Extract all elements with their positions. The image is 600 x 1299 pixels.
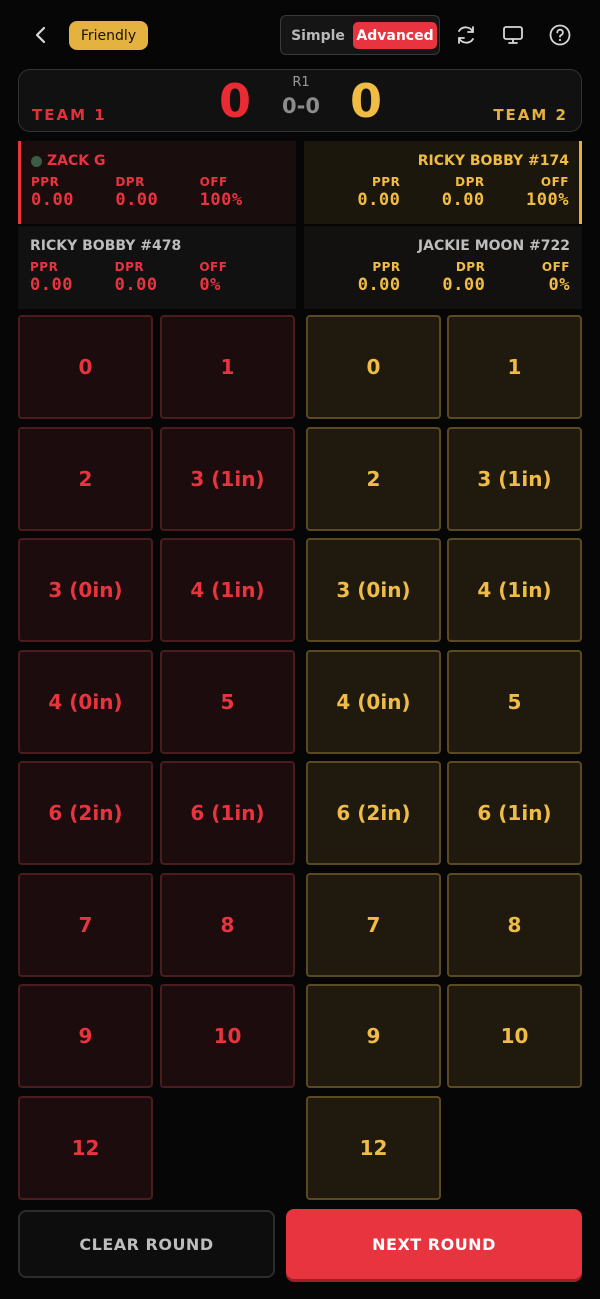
team2-score-button[interactable]: 9 bbox=[306, 984, 441, 1088]
back-button[interactable] bbox=[26, 20, 56, 50]
toggle-advanced[interactable]: Advanced bbox=[353, 22, 437, 49]
ppr-label: PPR bbox=[30, 260, 59, 274]
off-value: 0% bbox=[199, 275, 221, 295]
ppr-value: 0.00 bbox=[357, 190, 401, 210]
team1-score-button[interactable]: 0 bbox=[18, 315, 153, 419]
team2-score: 0 bbox=[350, 74, 383, 128]
dpr-value: 0.00 bbox=[441, 190, 485, 210]
active-dot-icon bbox=[31, 155, 42, 167]
clear-round-button[interactable]: CLEAR ROUND bbox=[18, 1210, 275, 1278]
off-label: OFF bbox=[541, 260, 570, 274]
team1-score-button[interactable]: 2 bbox=[18, 427, 153, 531]
team2-score-button[interactable]: 3 (0in) bbox=[306, 538, 441, 642]
team1-label: TEAM 1 bbox=[32, 106, 107, 124]
off-value: 0% bbox=[548, 275, 570, 295]
help-icon bbox=[549, 24, 571, 46]
team1-score-button[interactable]: 6 (1in) bbox=[160, 761, 295, 865]
team1-score-button[interactable]: 5 bbox=[160, 650, 295, 754]
games-score: 0-0 bbox=[282, 94, 320, 118]
team2-label: TEAM 2 bbox=[493, 106, 568, 124]
off-label: OFF bbox=[199, 175, 228, 189]
ppr-label: PPR bbox=[31, 175, 60, 189]
team1-score-button[interactable]: 12 bbox=[18, 1096, 153, 1200]
dpr-value: 0.00 bbox=[114, 275, 158, 295]
chevron-left-icon bbox=[35, 26, 46, 44]
player-card-ricky-174[interactable]: RICKY BOBBY #174 PPR 0.00 DPR 0.00 OFF 100% bbox=[304, 141, 582, 224]
team1-score-button[interactable]: 3 (0in) bbox=[18, 538, 153, 642]
dpr-label: DPR bbox=[114, 260, 145, 274]
team1-score-button[interactable]: 7 bbox=[18, 873, 153, 977]
team2-score-button[interactable]: 8 bbox=[447, 873, 582, 977]
player-name: ZACK G bbox=[47, 153, 106, 169]
ppr-label: PPR bbox=[372, 260, 401, 274]
team2-score-button[interactable]: 6 (1in) bbox=[447, 761, 582, 865]
player-name: JACKIE MOON #722 bbox=[417, 238, 570, 254]
refresh-button[interactable] bbox=[451, 20, 481, 50]
player-card-ricky-478[interactable]: RICKY BOBBY #478 PPR 0.00 DPR 0.00 OFF 0% bbox=[18, 226, 296, 309]
top-bar: Friendly Simple Advanced bbox=[0, 0, 600, 70]
team1-score-button[interactable]: 4 (1in) bbox=[160, 538, 295, 642]
team2-score-button[interactable]: 5 bbox=[447, 650, 582, 754]
team2-score-button[interactable]: 6 (2in) bbox=[306, 761, 441, 865]
mode-toggle: Simple Advanced bbox=[280, 15, 440, 55]
team1-score: 0 bbox=[219, 74, 252, 128]
toggle-simple[interactable]: Simple bbox=[287, 22, 349, 49]
team2-score-button[interactable]: 0 bbox=[306, 315, 441, 419]
refresh-icon bbox=[458, 26, 474, 44]
team1-score-button[interactable]: 9 bbox=[18, 984, 153, 1088]
player-name: RICKY BOBBY #478 bbox=[30, 238, 182, 254]
team1-score-button[interactable]: 8 bbox=[160, 873, 295, 977]
off-value: 100% bbox=[526, 190, 569, 210]
player-name: RICKY BOBBY #174 bbox=[417, 153, 569, 169]
player-card-jackie-722[interactable]: JACKIE MOON #722 PPR 0.00 DPR 0.00 OFF 0% bbox=[304, 226, 582, 309]
round-indicator: R1 bbox=[292, 75, 310, 90]
dpr-label: DPR bbox=[115, 175, 145, 189]
ppr-value: 0.00 bbox=[30, 275, 73, 295]
dpr-label: DPR bbox=[455, 260, 486, 274]
ppr-value: 0.00 bbox=[31, 190, 74, 210]
team2-score-button[interactable]: 2 bbox=[306, 427, 441, 531]
team2-score-button[interactable]: 12 bbox=[306, 1096, 441, 1200]
team1-score-button[interactable]: 1 bbox=[160, 315, 295, 419]
display-button[interactable] bbox=[498, 20, 528, 50]
ppr-label: PPR bbox=[372, 175, 401, 189]
monitor-icon bbox=[503, 26, 523, 44]
help-button[interactable] bbox=[545, 20, 575, 50]
dpr-value: 0.00 bbox=[442, 275, 486, 295]
mode-badge[interactable]: Friendly bbox=[69, 21, 148, 50]
team1-score-button[interactable]: 3 (1in) bbox=[160, 427, 295, 531]
dpr-value: 0.00 bbox=[115, 190, 159, 210]
dpr-label: DPR bbox=[455, 175, 485, 189]
team2-score-button[interactable]: 4 (1in) bbox=[447, 538, 582, 642]
team2-score-button[interactable]: 10 bbox=[447, 984, 582, 1088]
off-label: OFF bbox=[199, 260, 228, 274]
team2-score-button[interactable]: 3 (1in) bbox=[447, 427, 582, 531]
team2-score-button[interactable]: 4 (0in) bbox=[306, 650, 441, 754]
player-card-zack[interactable]: ZACK G PPR 0.00 DPR 0.00 OFF 100% bbox=[18, 141, 296, 224]
next-round-button[interactable]: NEXT ROUND bbox=[286, 1209, 582, 1279]
team2-score-button[interactable]: 1 bbox=[447, 315, 582, 419]
team1-score-button[interactable]: 6 (2in) bbox=[18, 761, 153, 865]
ppr-value: 0.00 bbox=[357, 275, 401, 295]
team1-score-button[interactable]: 10 bbox=[160, 984, 295, 1088]
scoreboard: TEAM 1 0 R1 0-0 0 TEAM 2 bbox=[18, 69, 582, 132]
team1-score-button[interactable]: 4 (0in) bbox=[18, 650, 153, 754]
team2-score-button[interactable]: 7 bbox=[306, 873, 441, 977]
off-value: 100% bbox=[199, 190, 243, 210]
off-label: OFF bbox=[540, 175, 569, 189]
